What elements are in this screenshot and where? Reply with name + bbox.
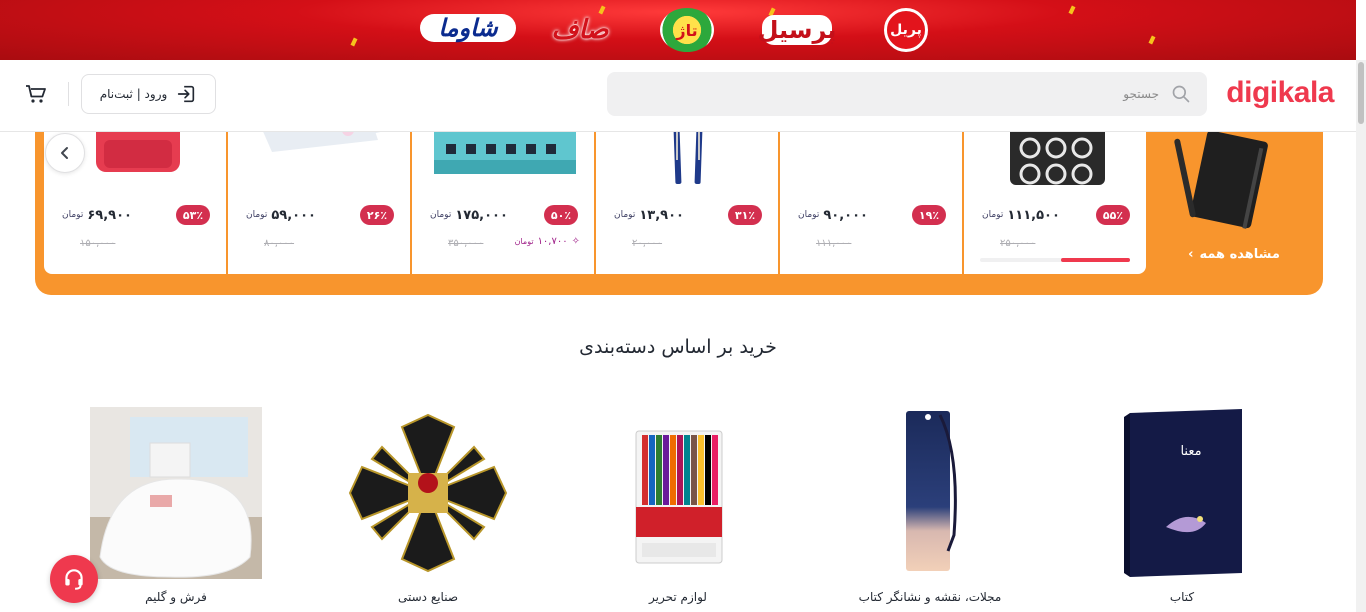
currency-label: تومان	[62, 210, 84, 220]
category-section-title: خرید بر اساس دسته‌بندی	[579, 336, 777, 358]
currency-label: تومان	[982, 210, 1004, 220]
price: تومان ۱۳,۹۰۰	[614, 205, 684, 225]
book-cover-title: معنا	[1180, 444, 1201, 459]
club-points-value: ۱۰,۷۰۰	[537, 236, 568, 247]
price: تومان ۶۹,۹۰۰	[62, 205, 132, 225]
login-register-label: ورود | ثبت‌نام	[99, 87, 168, 101]
old-price: ۸۰,۰۰۰	[264, 238, 295, 249]
discount-badge: ۵۰٪	[544, 205, 578, 225]
search-icon[interactable]	[1171, 84, 1191, 104]
header-divider	[68, 82, 69, 106]
category-item-bookmark[interactable]: مجلات، نقشه و نشانگر کتاب	[844, 407, 1016, 612]
discount-badge: ۱۹٪	[912, 205, 946, 225]
brand-logo-pril: پریل	[884, 8, 928, 52]
chevron-left-icon: ›	[1188, 246, 1194, 262]
currency-label: تومان	[614, 210, 636, 220]
currency-label: تومان	[430, 210, 452, 220]
see-all-label: مشاهده همه	[1199, 246, 1280, 262]
price-value: ۹۰,۰۰۰	[823, 207, 868, 223]
confetti-decoration	[350, 37, 358, 47]
login-register-button[interactable]: ورود | ثبت‌نام	[81, 74, 216, 114]
carousel-prev-button[interactable]	[45, 133, 85, 173]
sold-progress-bar	[980, 258, 1130, 262]
category-item-stationery[interactable]: لوازم تحریر	[592, 407, 764, 612]
headset-icon	[65, 569, 83, 590]
price-value: ۱۷۵,۰۰۰	[455, 207, 508, 223]
price-value: ۵۹,۰۰۰	[271, 207, 316, 223]
category-label: مجلات، نقشه و نشانگر کتاب	[858, 590, 1002, 604]
discount-badge: ۵۵٪	[1096, 205, 1130, 225]
old-price: ۲۵۰,۰۰۰	[1000, 238, 1036, 249]
search-box[interactable]	[607, 72, 1207, 116]
brand-logo-tage: تاژ	[660, 8, 714, 52]
sparkle-icon: ✧	[571, 236, 580, 247]
login-icon	[178, 85, 195, 103]
category-label: فرش و گلیم	[145, 590, 207, 604]
see-all-link[interactable]: مشاهده همه ›	[1184, 244, 1284, 264]
category-item-rugs[interactable]: فرش و گلیم	[90, 407, 262, 612]
brand-logo-persil: پرسیل	[757, 15, 837, 45]
price-value: ۱۳,۹۰۰	[639, 207, 684, 223]
old-price: ۱۵۰,۰۰۰	[80, 238, 116, 249]
search-input[interactable]	[659, 72, 1159, 116]
old-price: ۳۵۰,۰۰۰	[448, 238, 484, 249]
promo-banner[interactable]: شاوما صاف تاژ پرسیل پریل	[0, 0, 1356, 60]
page-scrollbar[interactable]	[1356, 60, 1366, 612]
discount-badge: ۲۶٪	[360, 205, 394, 225]
price-value: ۶۹,۹۰۰	[87, 207, 132, 223]
confetti-decoration	[1148, 35, 1156, 45]
price: تومان ۹۰,۰۰۰	[798, 205, 868, 225]
currency-label: تومان	[246, 210, 268, 220]
currency-label: تومان	[514, 237, 534, 246]
category-image-handicraft-box	[348, 413, 508, 573]
price: تومان ۱۱۱,۵۰۰	[982, 205, 1060, 225]
discount-badge: ۳۱٪	[728, 205, 762, 225]
old-price: ۲۰,۰۰۰	[632, 238, 663, 249]
price: تومان ۱۷۵,۰۰۰	[430, 205, 508, 225]
category-item-book[interactable]: معنا کتاب	[1096, 407, 1268, 612]
page: شاوما صاف تاژ پرسیل پریل digikala ورود |…	[0, 0, 1366, 612]
chevron-left-icon	[61, 147, 68, 159]
price-value: ۱۱۱,۵۰۰	[1007, 207, 1060, 223]
price: تومان ۵۹,۰۰۰	[246, 205, 316, 225]
old-price: ۱۱۱,۰۰۰	[816, 238, 852, 249]
digikala-logo[interactable]: digikala	[1226, 76, 1334, 110]
category-label: صنایع دستی	[397, 590, 459, 604]
brand-logo-shoma: شاوما	[420, 14, 516, 42]
support-chat-button[interactable]	[50, 555, 98, 603]
brand-logo-saf: صاف	[551, 15, 609, 45]
category-label: لوازم تحریر	[649, 590, 707, 604]
currency-label: تومان	[798, 210, 820, 220]
category-image-rug	[90, 407, 262, 579]
category-item-handicrafts[interactable]: صنایع دستی	[342, 407, 514, 612]
scrollbar-thumb[interactable]	[1358, 62, 1364, 124]
club-points: تومان ۱۰,۷۰۰ ✧	[515, 236, 580, 247]
confetti-decoration	[1068, 5, 1076, 15]
category-image-book: معنا	[1124, 409, 1242, 577]
site-header: digikala ورود | ثبت‌نام	[0, 60, 1356, 132]
category-image-markers	[635, 430, 723, 564]
discount-badge: ۵۳٪	[176, 205, 210, 225]
category-image-bookmark	[906, 411, 957, 571]
category-label: کتاب	[1169, 590, 1195, 604]
sold-progress-fill	[1061, 258, 1130, 262]
cart-icon[interactable]	[24, 82, 48, 106]
